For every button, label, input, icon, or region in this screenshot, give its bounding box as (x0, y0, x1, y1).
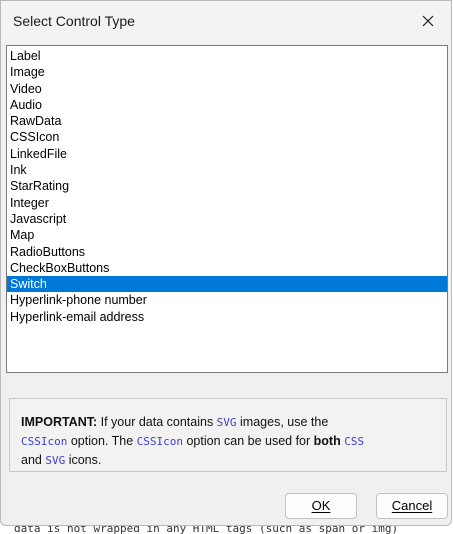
list-item[interactable]: CSSIcon (7, 129, 447, 145)
list-item[interactable]: Image (7, 64, 447, 80)
list-item[interactable]: Hyperlink-email address (7, 309, 447, 325)
note-text: images, use the (236, 415, 329, 429)
list-item[interactable]: RadioButtons (7, 244, 447, 260)
close-button[interactable] (405, 1, 451, 41)
dialog-title: Select Control Type (13, 13, 135, 29)
note-text: If your data contains (97, 415, 217, 429)
cssicon-keyword: CSSIcon (21, 435, 68, 448)
list-item[interactable]: Ink (7, 162, 447, 178)
list-item[interactable]: Video (7, 81, 447, 97)
list-item[interactable]: StarRating (7, 178, 447, 194)
important-note: IMPORTANT: If your data contains SVG ima… (9, 398, 447, 472)
list-item[interactable]: Map (7, 227, 447, 243)
cancel-button[interactable]: Cancel (376, 493, 448, 519)
svg-keyword: SVG (216, 416, 237, 429)
note-text: option. The (67, 434, 137, 448)
control-type-list[interactable]: Label Image Video Audio RawData CSSIcon … (6, 45, 448, 373)
list-item[interactable]: LinkedFile (7, 146, 447, 162)
list-item[interactable]: Audio (7, 97, 447, 113)
list-item[interactable]: Integer (7, 195, 447, 211)
list-item[interactable]: CheckBoxButtons (7, 260, 447, 276)
css-keyword: CSS (344, 435, 365, 448)
close-icon (422, 15, 434, 27)
important-label: IMPORTANT: (21, 415, 98, 429)
list-item[interactable]: Label (7, 48, 447, 64)
note-text: option can be used for (182, 434, 314, 448)
list-item[interactable]: Hyperlink-phone number (7, 292, 447, 308)
title-bar: Select Control Type (1, 1, 451, 41)
svg-keyword: SVG (45, 454, 66, 467)
note-text: and (21, 453, 46, 467)
list-item[interactable]: Javascript (7, 211, 447, 227)
select-control-type-dialog: Select Control Type Label Image Video Au… (0, 0, 452, 526)
list-item[interactable]: RawData (7, 113, 447, 129)
list-item-selected[interactable]: Switch (7, 276, 447, 293)
cssicon-keyword: CSSIcon (136, 435, 183, 448)
note-text: icons. (65, 453, 102, 467)
both-label: both (313, 434, 341, 448)
ok-button[interactable]: OK (285, 493, 357, 519)
